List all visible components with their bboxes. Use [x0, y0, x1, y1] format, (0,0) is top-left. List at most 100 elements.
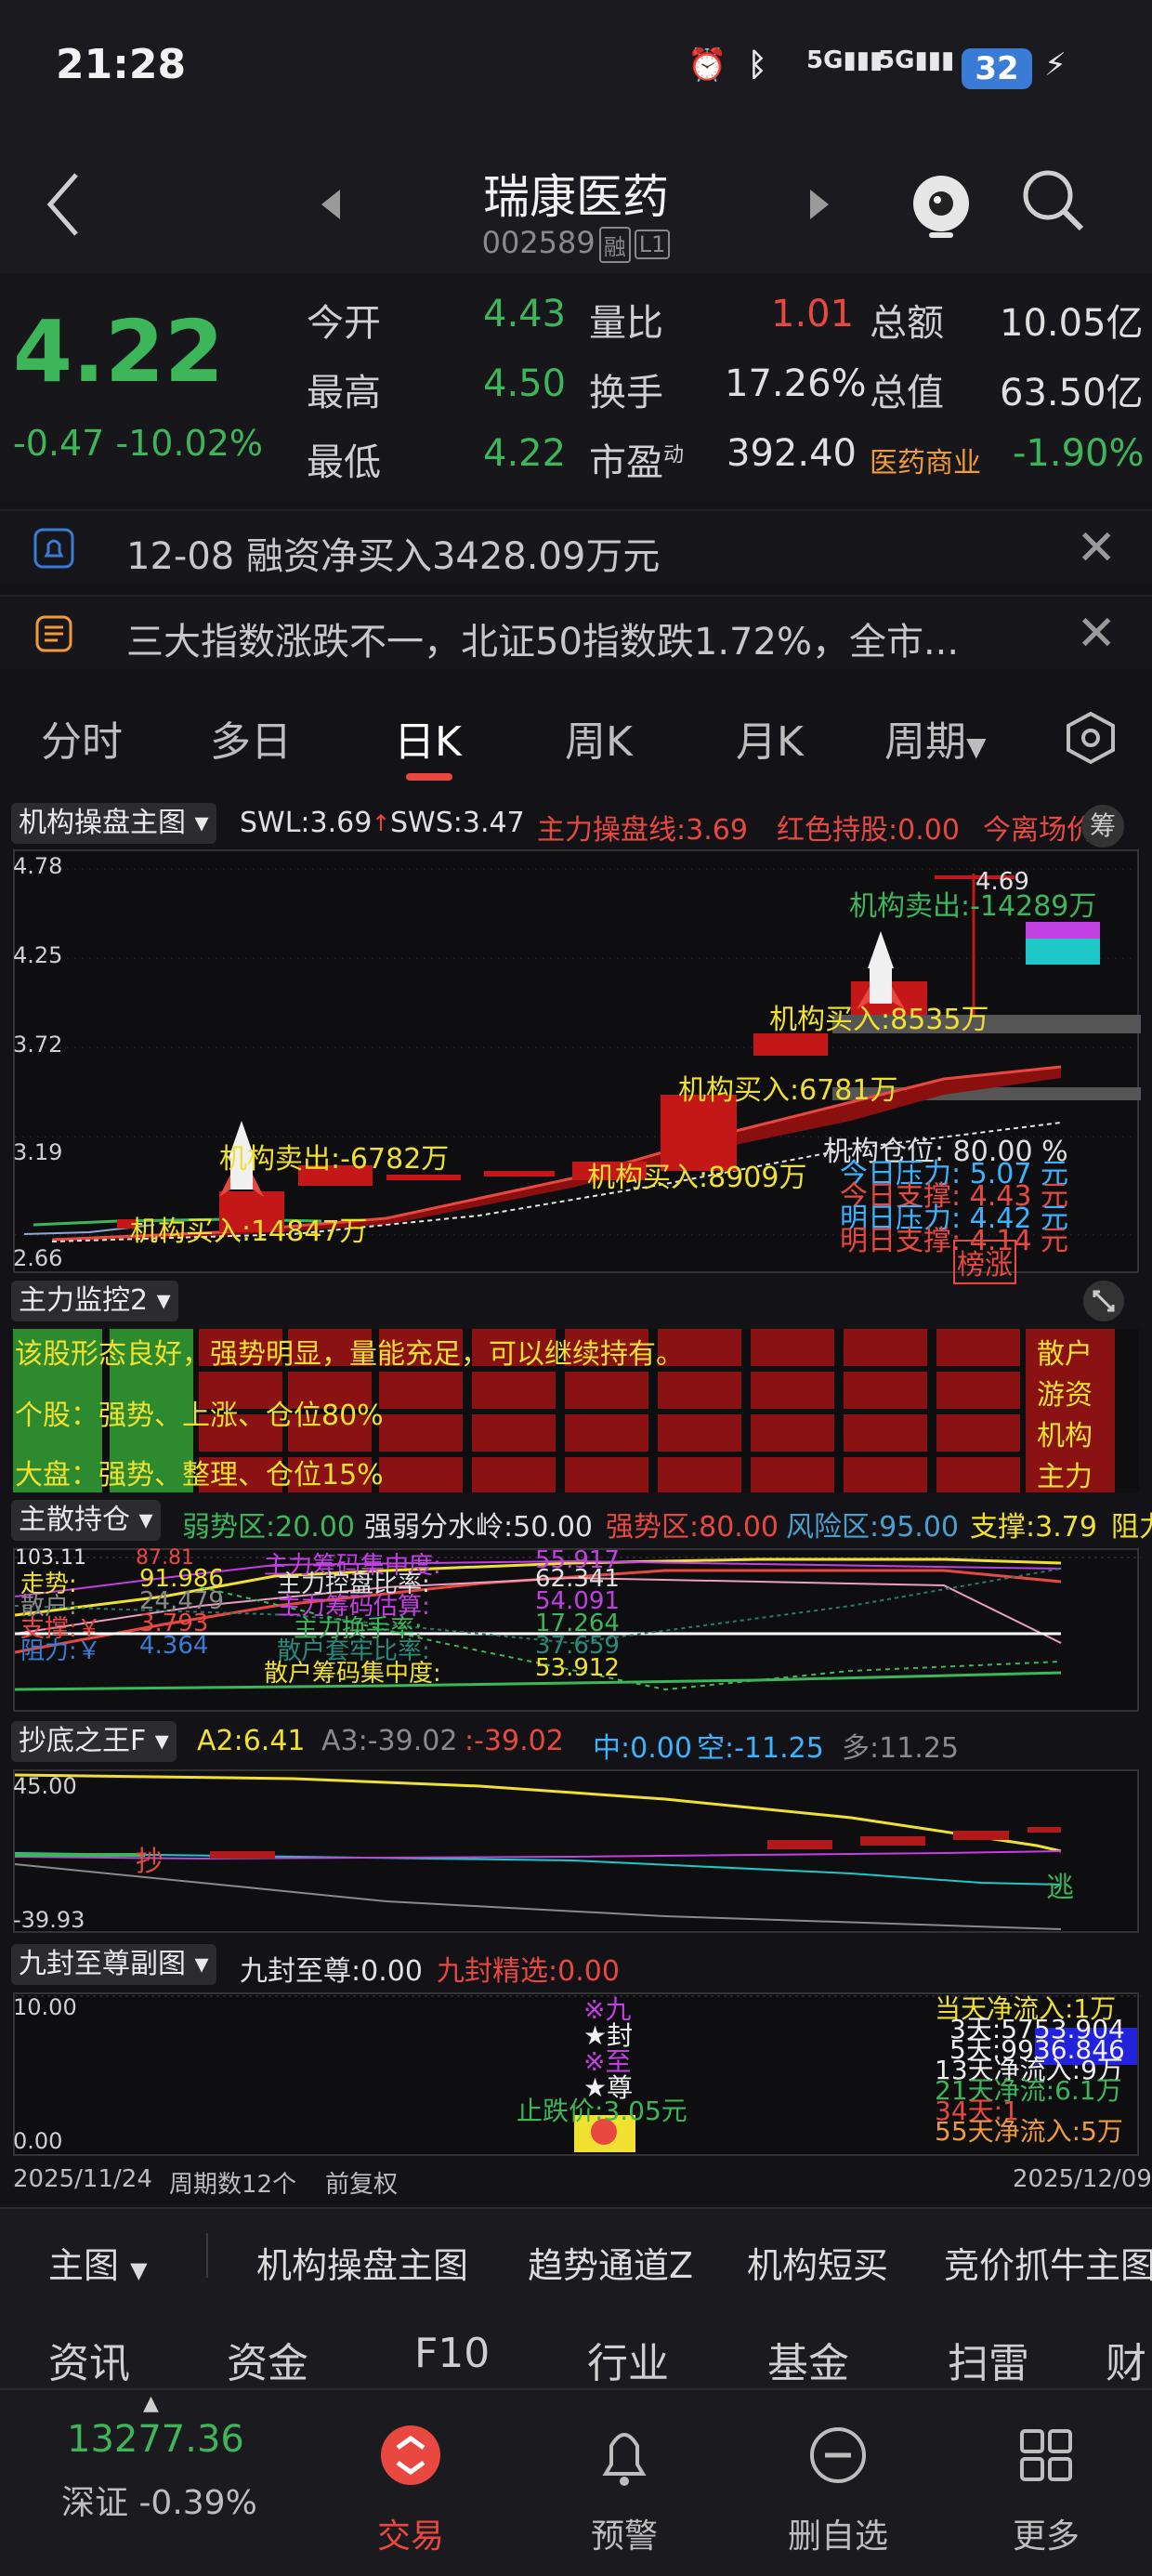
minus-circle-icon — [810, 2427, 866, 2483]
nine-b: 九封精选:0.00 — [437, 1955, 620, 1988]
holding-chart[interactable]: 103.11 87.81 主力筹码集中度: 55.917 走势: 91.986 … — [13, 1546, 1141, 1712]
ann-rank[interactable]: 榜涨 — [953, 1240, 1016, 1284]
main-indicator-select[interactable]: 机构操盘主图 ▾ — [11, 803, 216, 844]
nav-remove-watch[interactable]: 删自选 — [764, 2409, 912, 2556]
charging-icon: ⚡ — [1044, 46, 1067, 84]
ftab-industry[interactable]: 行业 — [587, 2330, 669, 2389]
monitor-line-2: 个股：强势、上涨、仓位80% — [15, 1400, 384, 1432]
date-start: 2025/11/24 — [13, 2165, 152, 2193]
menu-item-short-buy[interactable]: 机构短买 — [747, 2237, 888, 2288]
search-icon[interactable] — [1020, 167, 1087, 234]
monitor-header: 主力监控2 ▾ — [0, 1279, 1152, 1327]
ftab-f10[interactable]: F10 — [414, 2330, 490, 2377]
ftab-finance[interactable]: 财 — [1106, 2330, 1146, 2389]
mascot-icon[interactable] — [909, 162, 974, 240]
bottom-king-select[interactable]: 抄底之王F ▾ — [11, 1721, 177, 1762]
main-chart-header: 机构操盘主图 ▾ SWL:3.69 ↑ SWS:3.47 主力操盘线:3.69 … — [0, 801, 1152, 849]
stock-header: 瑞康医药 002589 融 L1 — [0, 139, 1152, 274]
water-line: 强弱分水岭:50.00 — [364, 1511, 593, 1544]
nine-a: 九封至尊:0.00 — [240, 1955, 423, 1988]
hs-value: 红色持股:0.00 — [777, 814, 960, 847]
y-tick-5: 2.66 — [13, 1245, 63, 1271]
y-tick-1: 4.78 — [13, 853, 63, 879]
holding-bottom-val: 53.912 — [535, 1654, 620, 1682]
battery-indicator: 32 — [962, 48, 1032, 89]
bluetooth-icon: ᛒ — [748, 46, 767, 84]
menu-item-auction[interactable]: 竞价抓牛主图 — [944, 2237, 1152, 2288]
close-icon[interactable]: ✕ — [1076, 520, 1117, 576]
nav-more[interactable]: 更多 — [972, 2409, 1120, 2556]
news-banner-text: 三大指数涨跌不一，北证50指数跌1.72%，全市... — [126, 621, 960, 664]
close-icon-2[interactable]: ✕ — [1076, 606, 1117, 662]
margin-banner[interactable]: 12-08 融资净买入3428.09万元 ✕ — [0, 509, 1152, 584]
main-kline-chart[interactable]: 机构卖出:-14289万 4.69 机构买入:8535万 机构买入:6781万 … — [13, 849, 1141, 1284]
bottom-nav: ▲ 13277.36 深证 -0.39% 交易 预警 删自选 更多 — [0, 2388, 1152, 2576]
status-time: 21:28 — [56, 41, 187, 88]
bottom-king-header: 抄底之王F ▾ A2:6.41 A3:-39.02 :-39.02 中:0.00… — [0, 1719, 1152, 1768]
label-open: 今开 — [307, 302, 381, 345]
tab-intraday[interactable]: 分时 — [41, 708, 123, 768]
y-tick-2: 4.25 — [13, 942, 63, 968]
ftab-news[interactable]: 资讯 — [48, 2330, 130, 2389]
adjust-mode[interactable]: 前复权 — [325, 2165, 398, 2200]
holding-select[interactable]: 主散持仓 ▾ — [11, 1500, 161, 1541]
label-high: 最高 — [307, 372, 381, 414]
y-tick-3: 3.72 — [13, 1032, 63, 1058]
ann-buy-2: 机构买入:6781万 — [678, 1074, 898, 1107]
menu-item-trend[interactable]: 趋势通道Z — [528, 2237, 693, 2288]
nine-ytop: 10.00 — [13, 1994, 77, 2020]
caret-up-icon: ▲ — [143, 2392, 159, 2415]
x-value: :-39.02 — [465, 1725, 564, 1757]
index-value[interactable]: 13277.36 — [67, 2418, 244, 2461]
main-chart-dropdown[interactable]: 主图 ▼ — [48, 2237, 148, 2288]
label-low: 最低 — [307, 441, 381, 484]
tab-period[interactable]: 周期▼ — [884, 708, 987, 768]
holding-bottom-label: 散户筹码集中度: — [264, 1660, 441, 1688]
tab-daily-k[interactable]: 日K — [394, 708, 462, 768]
bottom-king-chart[interactable]: 抄 逃 — [13, 1769, 1139, 1933]
news-banner[interactable]: 三大指数涨跌不一，北证50指数跌1.72%，全市... ✕ — [0, 595, 1152, 669]
holding-header: 主散持仓 ▾ 弱势区:20.00 强弱分水岭:50.00 强势区:80.00 风… — [0, 1498, 1152, 1546]
side-institution: 机构 — [1037, 1420, 1093, 1452]
sector-name[interactable]: 医药商业 — [870, 440, 981, 480]
ftab-risk[interactable]: 扫雷 — [948, 2330, 1029, 2389]
tab-multiday[interactable]: 多日 — [210, 708, 292, 768]
ann-buy-4: 机构买入:14847万 — [130, 1216, 368, 1248]
a3-value: A3:-39.02 — [321, 1725, 458, 1757]
grid-icon — [1020, 2429, 1072, 2481]
kong-value: 空:-11.25 — [697, 1732, 824, 1765]
value-high: 4.50 — [483, 362, 567, 405]
nine-chart[interactable]: ※九 ★封 ※至 ★尊 止跌价:3.05元 当天净流入:1万 3天:5753.9… — [13, 1992, 1141, 2156]
nine-right-6: 55天净流入:5万 — [935, 2116, 1123, 2147]
margin-tag: 融 — [598, 226, 631, 263]
ftab-fund[interactable]: 基金 — [767, 2330, 849, 2389]
label-amount: 总额 — [870, 302, 944, 345]
trade-icon — [381, 2425, 440, 2485]
settings-hexagon-icon[interactable] — [1063, 710, 1119, 766]
nav-trade[interactable]: 交易 — [336, 2409, 485, 2556]
y-tick-4: 3.19 — [13, 1139, 63, 1165]
ftab-funds[interactable]: 资金 — [227, 2330, 308, 2389]
tab-monthly-k[interactable]: 月K — [736, 708, 804, 768]
nine-select[interactable]: 九封至尊副图 ▾ — [11, 1944, 216, 1985]
ann-buy-3: 机构买入:8909万 — [587, 1162, 807, 1194]
nav-alert[interactable]: 预警 — [550, 2409, 699, 2556]
index-name[interactable]: 深证 -0.39% — [61, 2476, 257, 2524]
monitor-select[interactable]: 主力监控2 ▾ — [11, 1281, 178, 1321]
duo-value: 多:11.25 — [842, 1732, 959, 1765]
value-amount: 10.05亿 — [1000, 302, 1144, 345]
expand-icon[interactable] — [1081, 1279, 1126, 1323]
chevron-down-icon-2: ▼ — [130, 2257, 148, 2283]
ann-sell-2: 机构卖出:-6782万 — [219, 1143, 450, 1176]
signal-5g-icon: 5G▮▮▮ — [806, 46, 884, 74]
menu-item-institution[interactable]: 机构操盘主图 — [256, 2237, 468, 2288]
zhong-value: 中:0.00 — [593, 1732, 692, 1765]
next-stock-icon[interactable] — [808, 188, 831, 221]
level-tag: L1 — [634, 230, 671, 259]
bell-icon — [33, 528, 74, 569]
tab-weekly-k[interactable]: 周K — [565, 708, 633, 768]
ann-sell-1: 机构卖出:-14289万 — [849, 890, 1097, 923]
chip-button[interactable]: 筹 — [1081, 805, 1124, 848]
last-price: 4.22 — [13, 302, 224, 401]
stock-code: 002589 融 L1 — [0, 225, 1152, 263]
